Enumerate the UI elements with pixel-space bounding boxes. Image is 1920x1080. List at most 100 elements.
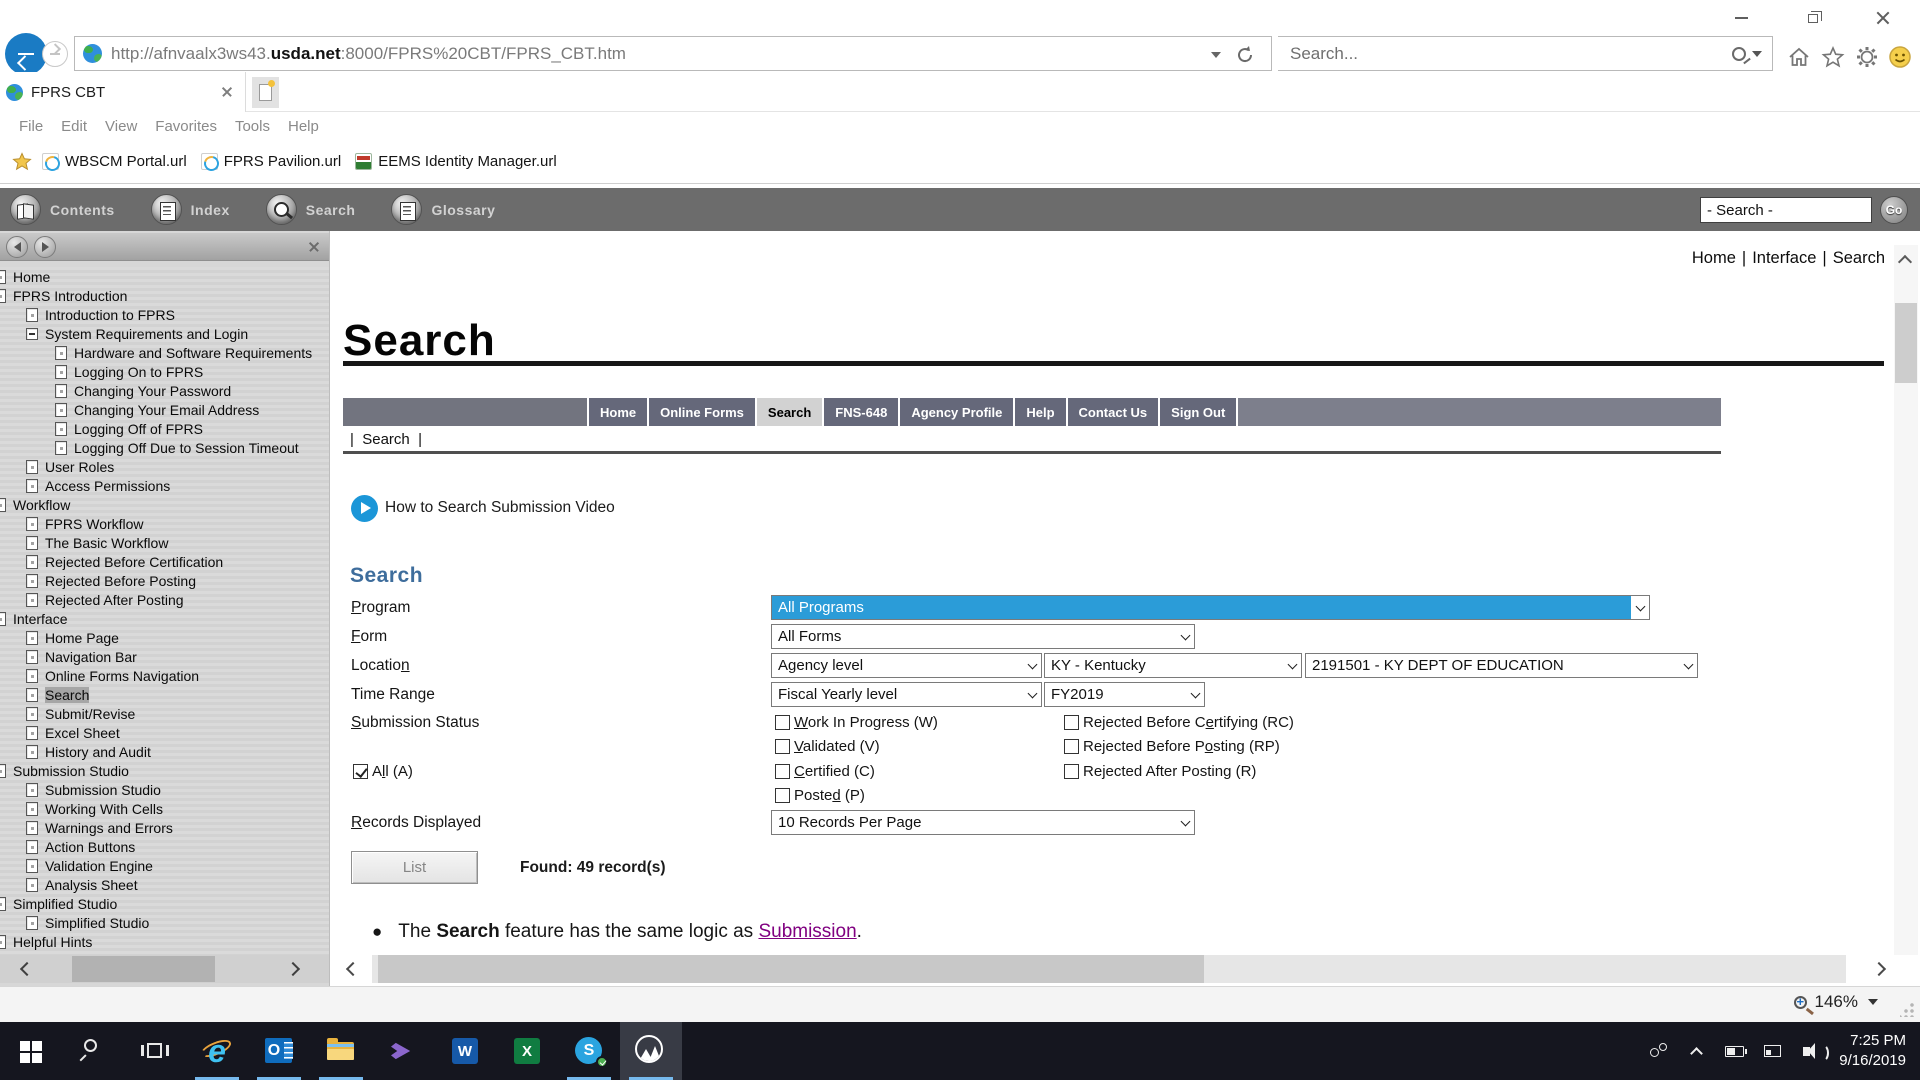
scroll-right-icon[interactable] — [1872, 962, 1886, 976]
home-icon[interactable] — [1787, 45, 1811, 69]
status-checkbox-row[interactable]: Posted (P) — [775, 784, 938, 809]
volume-icon[interactable] — [1791, 1022, 1829, 1080]
menu-item[interactable]: Tools — [226, 118, 279, 135]
form-select[interactable]: All Forms — [771, 624, 1195, 649]
tree-item[interactable]: Submit/Revise — [0, 704, 330, 723]
zoom-dropdown-icon[interactable] — [1868, 999, 1878, 1005]
play-video-icon[interactable] — [351, 495, 378, 522]
menu-item[interactable]: File — [10, 118, 52, 135]
status-checkbox-row[interactable]: Rejected After Posting (R) — [1064, 759, 1294, 784]
nav-button[interactable]: Search — [755, 398, 822, 426]
tree-item[interactable]: Analysis Sheet — [0, 875, 330, 894]
settings-gear-icon[interactable] — [1855, 45, 1879, 69]
nav-button[interactable]: Online Forms — [647, 398, 755, 426]
clock[interactable]: 7:25 PM 9/16/2019 — [1829, 1031, 1920, 1071]
address-bar[interactable]: http://afnvaalx3ws43.usda.net:8000/FPRS%… — [74, 36, 1272, 71]
tree-item[interactable]: Search — [0, 685, 330, 704]
location-agency-select[interactable]: 2191501 - KY DEPT OF EDUCATION — [1305, 653, 1698, 678]
scroll-up-icon[interactable] — [1898, 255, 1912, 269]
content-horizontal-scrollbar[interactable] — [340, 955, 1890, 983]
nav-button[interactable]: FNS-648 — [822, 398, 898, 426]
taskbar-app-icon[interactable] — [310, 1022, 372, 1080]
favorites-bar-item[interactable]: WBSCM Portal.url — [42, 153, 187, 170]
tab-close-icon[interactable] — [221, 86, 233, 98]
status-checkbox-row[interactable]: Rejected Before Certifying (RC) — [1064, 710, 1294, 735]
tree-item[interactable]: Excel Sheet — [0, 723, 330, 742]
status-checkbox-row[interactable]: Certified (C) — [775, 759, 938, 784]
taskbar-app-icon[interactable]: X — [496, 1022, 558, 1080]
search-icon[interactable] — [1732, 47, 1746, 61]
location-state-select[interactable]: KY - Kentucky — [1044, 653, 1302, 678]
tree-item[interactable]: Validation Engine — [0, 856, 330, 875]
network-icon[interactable] — [1753, 1022, 1791, 1080]
taskbar-app-icon[interactable] — [124, 1022, 186, 1080]
tree-item[interactable]: Warnings and Errors — [0, 818, 330, 837]
taskbar-app-icon[interactable] — [62, 1022, 124, 1080]
forward-button[interactable] — [42, 41, 68, 67]
checkbox[interactable] — [775, 739, 790, 754]
checkbox[interactable] — [1064, 715, 1079, 730]
location-level-select[interactable]: Agency level — [771, 653, 1042, 678]
tree-item[interactable]: Helpful Hints — [0, 932, 330, 951]
tree-item[interactable]: Changing Your Email Address — [0, 400, 330, 419]
tab-fprs-cbt[interactable]: FPRS CBT — [0, 72, 246, 112]
taskbar-app-icon[interactable] — [620, 1022, 682, 1080]
breadcrumb-item[interactable]: Interface — [1752, 249, 1816, 267]
scrollbar-thumb[interactable] — [1895, 303, 1917, 383]
submission-link[interactable]: Submission — [758, 921, 856, 942]
favorites-bar-star-icon[interactable] — [12, 152, 32, 172]
tree-item[interactable]: Home Page — [0, 628, 330, 647]
new-tab-button[interactable] — [252, 77, 279, 108]
sidebar-forward-button[interactable] — [34, 236, 56, 258]
menu-item[interactable]: Edit — [52, 118, 96, 135]
breadcrumb-item[interactable]: Search — [1833, 249, 1885, 267]
nav-button[interactable]: Home — [587, 398, 647, 426]
tree-item[interactable]: Rejected Before Posting — [0, 571, 330, 590]
menu-item[interactable]: View — [96, 118, 146, 135]
taskbar-app-icon[interactable]: W — [434, 1022, 496, 1080]
battery-icon[interactable] — [1715, 1022, 1753, 1080]
taskbar-app-icon[interactable] — [0, 1022, 62, 1080]
taskbar-app-icon[interactable]: e — [186, 1022, 248, 1080]
records-per-page-select[interactable]: 10 Records Per Page — [771, 810, 1195, 835]
search-dropdown-icon[interactable] — [1752, 51, 1762, 57]
checkbox[interactable] — [1064, 739, 1079, 754]
checkbox[interactable] — [775, 764, 790, 779]
content-vertical-scrollbar[interactable] — [1894, 245, 1918, 955]
window-restore-button[interactable] — [1798, 6, 1828, 30]
checkbox[interactable] — [1064, 764, 1079, 779]
scroll-left-icon[interactable] — [346, 962, 360, 976]
checkbox[interactable] — [775, 788, 790, 803]
menu-item[interactable]: Help — [279, 118, 328, 135]
video-link-row[interactable]: How to Search Submission Video — [351, 494, 615, 522]
sidebar-back-button[interactable] — [6, 236, 28, 258]
breadcrumb-item[interactable]: Home — [1692, 249, 1736, 267]
nav-button[interactable]: Agency Profile — [898, 398, 1013, 426]
taskbar-app-icon[interactable] — [372, 1022, 434, 1080]
tree-item[interactable]: Changing Your Password — [0, 381, 330, 400]
sidebar-close-icon[interactable] — [308, 241, 320, 253]
tree-item[interactable]: System Requirements and Login — [0, 324, 330, 343]
refresh-icon[interactable] — [1235, 45, 1255, 65]
breadcrumb-item[interactable]: | — [1822, 249, 1826, 267]
favorites-star-icon[interactable] — [1821, 45, 1845, 69]
sidebar-scrollbar-thumb[interactable] — [72, 956, 215, 982]
tree-item[interactable]: Simplified Studio — [0, 913, 330, 932]
taskbar-app-icon[interactable]: S — [558, 1022, 620, 1080]
tree-item[interactable]: Workflow — [0, 495, 330, 514]
tree-item[interactable]: Access Permissions — [0, 476, 330, 495]
tree-item[interactable]: Online Forms Navigation — [0, 666, 330, 685]
feedback-smiley-icon[interactable] — [1888, 45, 1912, 69]
time-level-select[interactable]: Fiscal Yearly level — [771, 682, 1042, 707]
tree-item[interactable]: Logging On to FPRS — [0, 362, 330, 381]
tree-item[interactable]: Home — [0, 267, 330, 286]
tree-item[interactable]: Working With Cells — [0, 799, 330, 818]
scroll-right-icon[interactable] — [286, 962, 300, 976]
checkbox[interactable] — [353, 764, 368, 779]
cbt-toolbar-button[interactable]: Search — [266, 194, 356, 225]
cbt-toolbar-button[interactable]: Contents — [10, 194, 115, 225]
browser-search-box[interactable] — [1278, 36, 1773, 71]
nav-button[interactable]: Help — [1013, 398, 1065, 426]
tree-item[interactable]: History and Audit — [0, 742, 330, 761]
tree-item[interactable]: Hardware and Software Requirements — [0, 343, 330, 362]
